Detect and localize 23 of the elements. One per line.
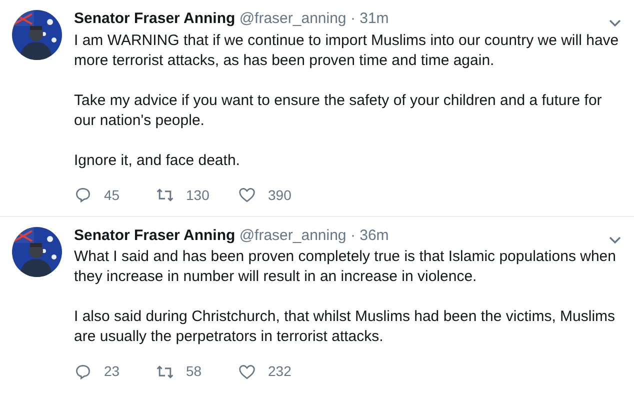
retweet-icon[interactable] [156,186,174,204]
reply-count: 23 [104,362,120,381]
reply-icon[interactable] [74,186,92,204]
tweet-text: Take my advice if you want to ensure the safety of your children and a future for our nation's people. [74,90,603,130]
retweet-icon[interactable] [156,362,174,380]
author-handle[interactable]: @fraser_anning [239,226,346,244]
tweet-time[interactable]: · 31m [350,10,389,27]
retweet-count: 58 [186,362,202,381]
tweet-text: I also said during Christchurch, that whilst Muslims had been the victims, Muslims are usually the perpetrators in terrorist attacks. [74,307,616,347]
heart-icon[interactable] [238,186,256,204]
author-name[interactable]: Senator Fraser Anning [74,10,236,27]
like-count: 390 [268,186,292,204]
tweet-text: Ignore it, and face death. [74,150,241,170]
heart-icon[interactable] [238,362,256,380]
tweet-time[interactable]: · 36m [350,226,389,244]
reply-icon[interactable] [74,362,92,380]
author-handle[interactable]: @fraser_anning [239,10,346,27]
tweet-text: I am WARNING that if we continue to import Muslims into our country we will have more terrorist attacks, as has been proven time and time again. [74,30,620,70]
tweet-text: What I said and has been proven completely true is that Islamic populations when they increase in number will result in an increase in violence. [74,247,617,287]
author-name[interactable]: Senator Fraser Anning [74,226,236,244]
reply-count: 45 [104,186,120,204]
retweet-count: 130 [186,186,210,204]
like-count: 232 [268,362,292,381]
